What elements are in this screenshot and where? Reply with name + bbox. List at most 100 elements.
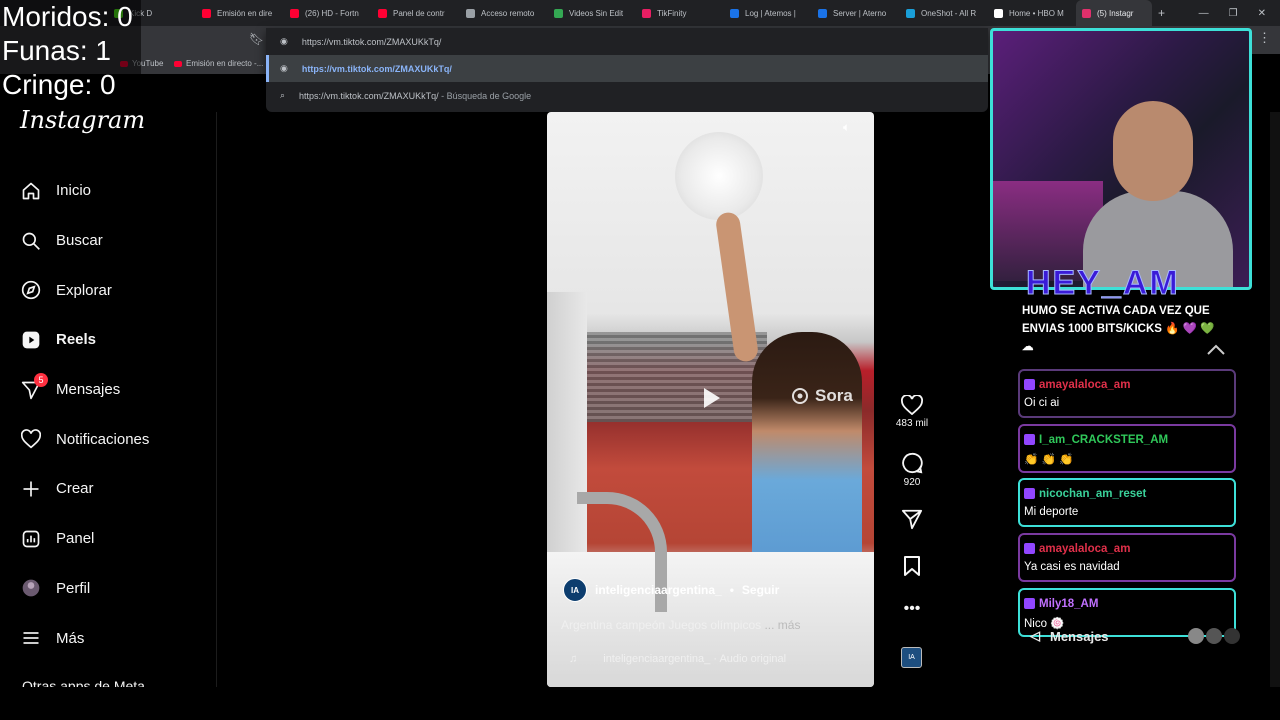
browser-tab[interactable]: OneShot - All R bbox=[900, 0, 988, 26]
sora-logo-icon bbox=[792, 388, 808, 404]
share-button[interactable] bbox=[893, 508, 931, 530]
page-scrollbar[interactable] bbox=[1270, 112, 1280, 687]
browser-tab[interactable]: Server | Aterno bbox=[812, 0, 900, 26]
tab-label: Panel de contr bbox=[393, 8, 445, 18]
tab-favicon-icon bbox=[818, 8, 827, 18]
heart-icon bbox=[20, 428, 42, 450]
sidebar-item-perfil[interactable]: Perfil bbox=[0, 564, 218, 614]
sidebar-item-label: Perfil bbox=[56, 579, 91, 597]
reel-author: IA inteligenciaargentina_ • Seguir bbox=[563, 578, 779, 602]
tab-favicon-icon bbox=[994, 8, 1003, 18]
tab-favicon-icon bbox=[202, 8, 211, 18]
author-username[interactable]: inteligenciaargentina_ bbox=[595, 583, 722, 597]
comment-count: 920 bbox=[903, 477, 921, 488]
tab-favicon-icon bbox=[290, 8, 299, 18]
counter-moridos: Moridos: 0 bbox=[2, 1, 133, 32]
chevron-up-icon[interactable] bbox=[1206, 342, 1226, 356]
browser-tab[interactable]: Videos Sin Edit bbox=[548, 0, 636, 26]
sidebar-item-inicio[interactable]: Inicio bbox=[0, 166, 218, 216]
sidebar-item-crear[interactable]: Crear bbox=[0, 464, 218, 514]
tab-label: Home • HBO M bbox=[1009, 8, 1064, 18]
chat-user: amayalaloca_am bbox=[1024, 376, 1230, 393]
omnibox-dropdown: ◉ https://vm.tiktok.com/ZMAXUKkTq/ ◉ htt… bbox=[266, 28, 988, 112]
message-avatars bbox=[1188, 628, 1240, 644]
close-window-icon[interactable]: ✕ bbox=[1258, 8, 1266, 19]
menu-icon bbox=[20, 627, 42, 649]
browser-tab[interactable]: TikFinity bbox=[636, 0, 724, 26]
audio-thumbnail[interactable]: IA bbox=[901, 647, 922, 668]
browser-tab[interactable]: (5) Instagr bbox=[1076, 0, 1152, 26]
chat-message: I_am_CRACKSTER_AM 👏 👏 👏 bbox=[1018, 424, 1236, 473]
sidebar-item-reels[interactable]: Reels bbox=[0, 315, 218, 365]
tab-label: TikFinity bbox=[657, 8, 687, 18]
save-button[interactable] bbox=[893, 555, 931, 577]
tab-label: Acceso remoto bbox=[481, 8, 535, 18]
sidebar-item-notificaciones[interactable]: Notificaciones bbox=[0, 414, 218, 464]
messages-float-button[interactable]: ◁ Mensajes bbox=[1030, 622, 1240, 650]
tab-favicon-icon bbox=[466, 8, 475, 18]
bookmark-save-icon bbox=[904, 556, 920, 576]
address-bar[interactable]: ◉ https://vm.tiktok.com/ZMAXUKkTq/ bbox=[266, 28, 988, 55]
kebab-menu-icon[interactable]: ⋮ bbox=[1258, 30, 1271, 46]
new-tab-button[interactable]: + bbox=[1158, 6, 1165, 20]
maximize-icon[interactable]: ❐ bbox=[1229, 8, 1238, 19]
minimize-icon[interactable]: — bbox=[1199, 8, 1209, 19]
omnibox-suggestion-search[interactable]: ⌕ https://vm.tiktok.com/ZMAXUKkTq/ - Bús… bbox=[266, 82, 988, 109]
sidebar-item-mensajes[interactable]: 5 Mensajes bbox=[0, 365, 218, 415]
sora-watermark: Sora bbox=[791, 386, 853, 406]
tab-favicon-icon bbox=[554, 8, 563, 18]
compass-icon bbox=[20, 279, 42, 301]
tab-label: OneShot - All R bbox=[921, 8, 977, 18]
browser-tab-bar: Kick DEmisión en dire(26) HD - FortnPane… bbox=[0, 0, 1280, 26]
bookmark-icon[interactable]: 🔖︎ bbox=[249, 32, 264, 46]
browser-tab[interactable]: Home • HBO M bbox=[988, 0, 1076, 26]
browser-tab[interactable]: Acceso remoto bbox=[460, 0, 548, 26]
video-plate bbox=[675, 132, 763, 220]
chat-message: amayalaloca_am Ya casi es navidad bbox=[1018, 533, 1236, 582]
browser-tab[interactable]: Panel de contr bbox=[372, 0, 460, 26]
reel-audio[interactable]: ♫ inteligenciaargentina_ · Audio origina… bbox=[569, 653, 786, 665]
omnibox-suggestion[interactable]: ◉ https://vm.tiktok.com/ZMAXUKkTq/ bbox=[266, 55, 988, 82]
music-note-icon: ♫ bbox=[569, 653, 578, 665]
sidebar-item-más[interactable]: Más bbox=[0, 613, 218, 663]
chat-text: Ya casi es navidad bbox=[1024, 561, 1120, 573]
browser-tab[interactable]: (26) HD - Fortn bbox=[284, 0, 372, 26]
sidebar-item-label: Inicio bbox=[56, 182, 92, 200]
sidebar-item-label: Crear bbox=[56, 480, 94, 498]
globe-icon: ◉ bbox=[280, 63, 288, 73]
instagram-logo[interactable]: Instagram bbox=[20, 106, 145, 134]
browser-tab[interactable]: Log | Atemos | bbox=[724, 0, 812, 26]
tab-favicon-icon bbox=[1082, 8, 1091, 18]
like-count: 483 mil bbox=[895, 418, 929, 429]
notification-badge: 5 bbox=[34, 372, 48, 387]
site-info-icon: ◉ bbox=[280, 36, 288, 46]
chat-text: Mi deporte bbox=[1024, 506, 1079, 518]
comment-button[interactable]: 920 bbox=[893, 452, 931, 488]
author-avatar[interactable]: IA bbox=[563, 578, 587, 602]
stream-title: HEY_AM bbox=[1026, 264, 1180, 303]
sidebar-item-buscar[interactable]: Buscar bbox=[0, 216, 218, 266]
bottom-bar bbox=[0, 687, 1280, 720]
more-options-button[interactable]: ••• bbox=[893, 600, 931, 618]
like-button[interactable]: 483 mil bbox=[893, 395, 931, 429]
share-icon bbox=[901, 509, 923, 530]
volume-icon[interactable]: 🔈︎ bbox=[843, 120, 863, 134]
reel-caption: Argentina campeón Juegos olímpicos ... m… bbox=[561, 618, 801, 632]
play-icon[interactable] bbox=[696, 384, 724, 412]
tab-favicon-icon bbox=[642, 8, 651, 18]
twitch-icon bbox=[1024, 379, 1035, 390]
bookmark-emision[interactable]: Emisión en directo -... bbox=[174, 59, 263, 68]
chat-message: nicochan_am_reset Mi deporte bbox=[1018, 478, 1236, 527]
home-icon bbox=[20, 180, 42, 202]
twitch-icon bbox=[1024, 488, 1035, 499]
follow-button[interactable]: Seguir bbox=[742, 583, 779, 597]
dashboard-icon bbox=[20, 528, 42, 550]
browser-tab[interactable]: Emisión en dire bbox=[196, 0, 284, 26]
sidebar-item-label: Reels bbox=[56, 331, 97, 349]
search-icon: ⌕ bbox=[280, 90, 286, 100]
caption-more-link[interactable]: ... más bbox=[764, 618, 800, 632]
reel-video[interactable]: 🔈︎ Sora IA inteligenciaargentina_ • Segu… bbox=[547, 112, 874, 687]
sidebar-item-panel[interactable]: Panel bbox=[0, 514, 218, 564]
chat-user: Mily18_AM bbox=[1024, 595, 1230, 612]
sidebar-item-explorar[interactable]: Explorar bbox=[0, 265, 218, 315]
